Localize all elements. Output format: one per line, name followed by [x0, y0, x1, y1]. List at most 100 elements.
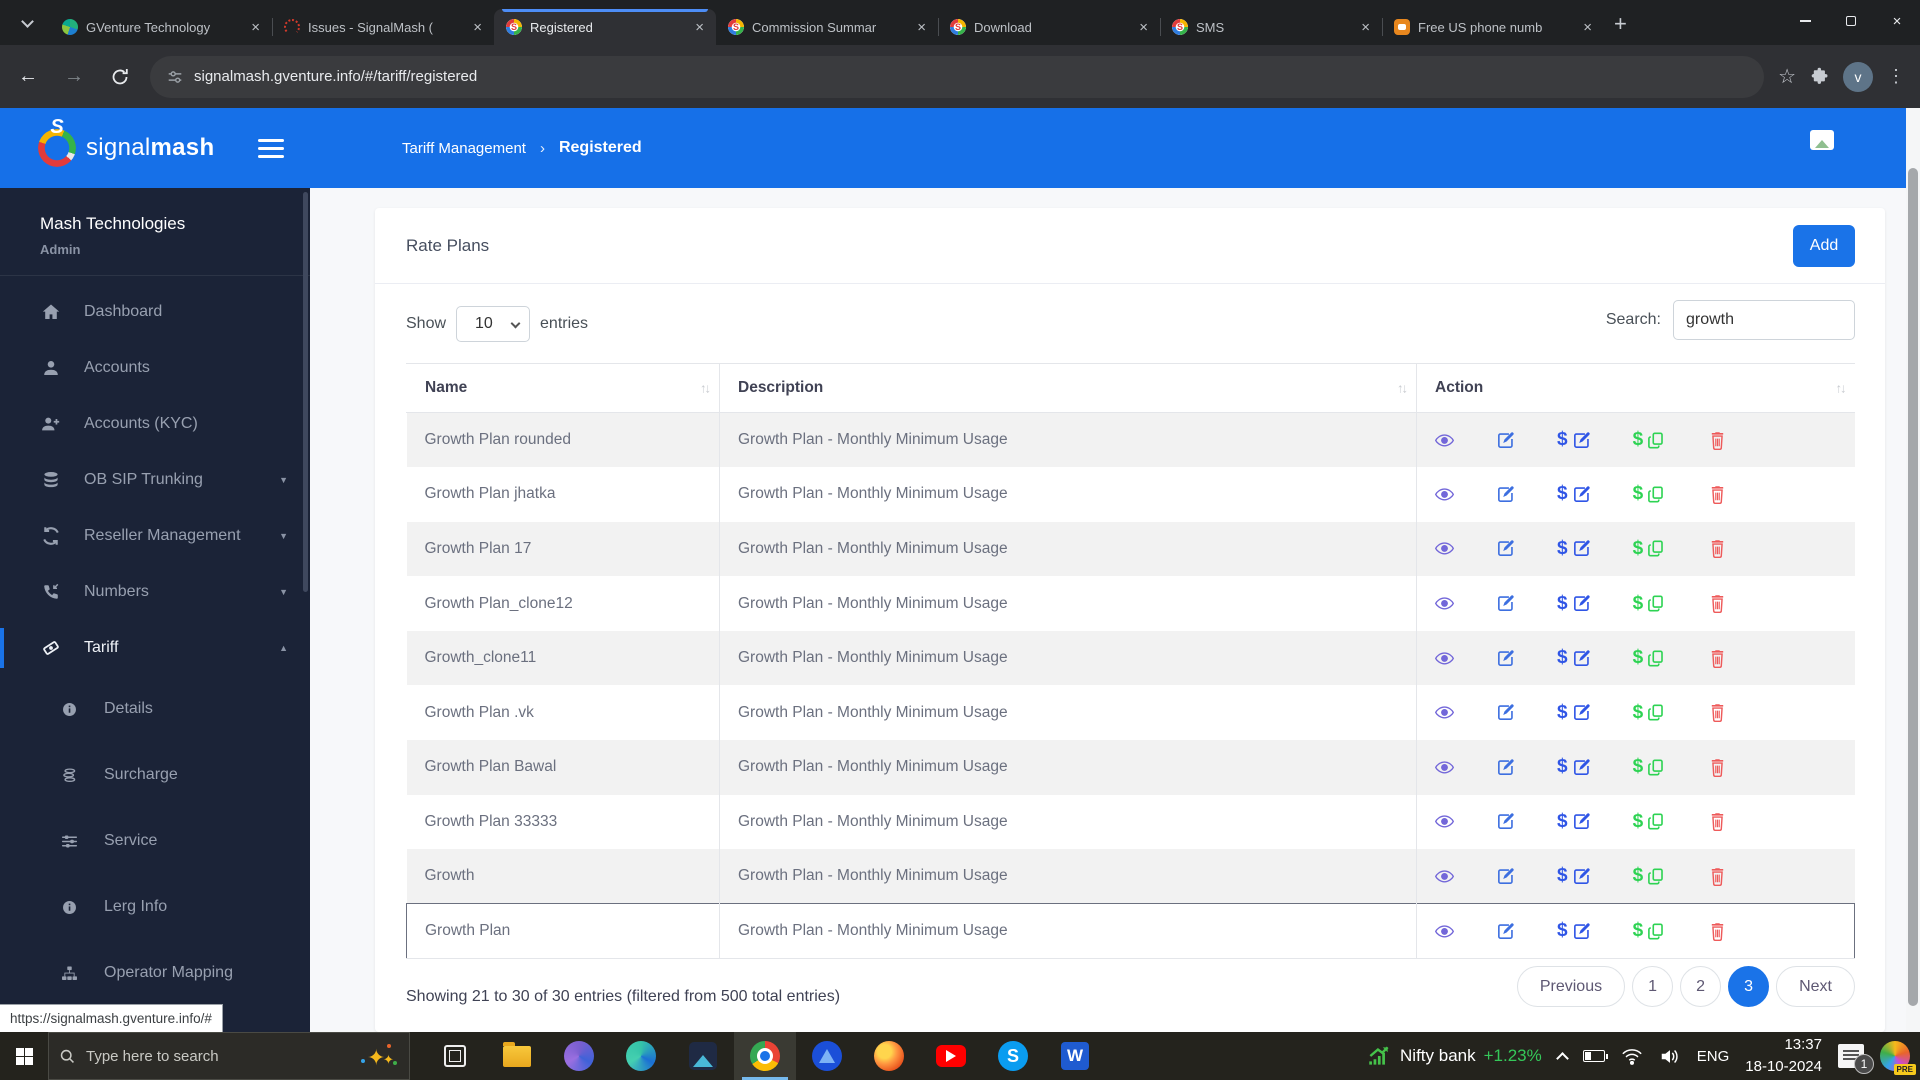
rate-edit-button[interactable]: $ [1557, 702, 1591, 724]
url-bar[interactable]: signalmash.gventure.info/#/tariff/regist… [150, 55, 1765, 98]
extensions-puzzle-icon[interactable] [1810, 67, 1829, 86]
rate-copy-button[interactable]: $ [1633, 702, 1667, 724]
copilot-sparkle-icon[interactable]: ✦ ✦ [359, 1043, 399, 1070]
rate-edit-button[interactable]: $ [1557, 920, 1591, 942]
view-button[interactable] [1435, 812, 1454, 831]
browser-tab[interactable]: GVenture Technology × [50, 9, 272, 45]
sidebar-item-accounts-kyc-[interactable]: Accounts (KYC) [0, 396, 310, 452]
view-button[interactable] [1435, 867, 1454, 886]
sidebar-item-operator-mapping[interactable]: Operator Mapping [0, 940, 310, 1006]
sidebar-item-ob-sip-trunking[interactable]: OB SIP Trunking ▼ [0, 452, 310, 508]
sidebar-item-numbers[interactable]: Numbers ▼ [0, 564, 310, 620]
browser-tab[interactable]: Registered × [494, 9, 716, 45]
rate-copy-button[interactable]: $ [1633, 593, 1667, 615]
rate-copy-button[interactable]: $ [1633, 538, 1667, 560]
photos-app-icon[interactable] [672, 1032, 734, 1080]
profile-avatar[interactable]: v [1843, 61, 1873, 92]
tab-close-icon[interactable]: × [691, 19, 708, 36]
window-minimize-button[interactable] [1782, 0, 1828, 42]
word-icon[interactable]: W [1044, 1032, 1106, 1080]
edit-button[interactable] [1496, 922, 1515, 941]
edit-button[interactable] [1496, 758, 1515, 777]
tab-close-icon[interactable]: × [1579, 19, 1596, 36]
column-header-name[interactable]: Name ↑↓ [406, 363, 720, 413]
tab-search-chevron-icon[interactable] [10, 6, 44, 40]
search-input[interactable] [1673, 300, 1855, 340]
window-close-button[interactable]: × [1874, 0, 1920, 42]
rate-copy-button[interactable]: $ [1633, 756, 1667, 778]
edit-button[interactable] [1496, 649, 1515, 668]
rate-edit-button[interactable]: $ [1557, 593, 1591, 615]
sidebar-item-accounts[interactable]: Accounts [0, 340, 310, 396]
hamburger-menu-icon[interactable] [258, 138, 284, 158]
notification-center-icon[interactable]: 1 [1838, 1044, 1874, 1074]
tray-expand-icon[interactable] [1555, 1051, 1569, 1065]
new-tab-button[interactable]: + [1614, 11, 1627, 37]
view-button[interactable] [1435, 922, 1454, 941]
browser-tab[interactable]: Issues - SignalMash (× [272, 9, 494, 45]
view-button[interactable] [1435, 539, 1454, 558]
chrome-icon[interactable] [734, 1032, 796, 1080]
rate-copy-button[interactable]: $ [1633, 811, 1667, 833]
edit-button[interactable] [1496, 594, 1515, 613]
delete-button[interactable] [1708, 812, 1727, 832]
delete-button[interactable] [1708, 649, 1727, 668]
task-view-icon[interactable] [424, 1032, 486, 1080]
browser-tab[interactable]: Commission Summar × [716, 9, 938, 45]
edit-button[interactable] [1496, 703, 1515, 722]
stock-ticker[interactable]: Nifty bank +1.23% [1366, 1043, 1542, 1069]
column-header-action[interactable]: Action ↑↓ [1416, 363, 1855, 413]
header-avatar-image-icon[interactable] [1810, 130, 1834, 150]
view-button[interactable] [1435, 649, 1454, 668]
firefox-icon[interactable] [858, 1032, 920, 1080]
sidebar-item-lerg-info[interactable]: Lerg Info [0, 874, 310, 940]
sidebar-item-service[interactable]: Service [0, 808, 310, 874]
rate-edit-button[interactable]: $ [1557, 756, 1591, 778]
add-button[interactable]: Add [1793, 225, 1855, 267]
blue-app-icon[interactable] [796, 1032, 858, 1080]
sidebar-item-surcharge[interactable]: Surcharge [0, 742, 310, 808]
column-header-description[interactable]: Description ↑↓ [719, 363, 1417, 413]
delete-button[interactable] [1708, 758, 1727, 777]
delete-button[interactable] [1708, 485, 1727, 504]
edit-button[interactable] [1496, 431, 1515, 450]
view-button[interactable] [1435, 594, 1454, 613]
pagination-previous[interactable]: Previous [1516, 966, 1626, 1007]
browser-tab[interactable]: Download × [938, 9, 1160, 45]
page-scrollbar[interactable] [1906, 108, 1920, 1032]
sidebar-item-details[interactable]: Details [0, 676, 310, 742]
reload-icon[interactable] [102, 59, 138, 95]
youtube-icon[interactable] [920, 1032, 982, 1080]
edit-button[interactable] [1496, 539, 1515, 558]
edit-button[interactable] [1496, 812, 1515, 831]
rate-edit-button[interactable]: $ [1557, 429, 1591, 451]
view-button[interactable] [1435, 703, 1454, 722]
window-maximize-button[interactable] [1828, 0, 1874, 42]
browser-tab[interactable]: SMS × [1160, 9, 1382, 45]
rate-copy-button[interactable]: $ [1633, 920, 1667, 942]
bookmark-star-icon[interactable]: ☆ [1778, 64, 1796, 89]
rate-copy-button[interactable]: $ [1633, 429, 1667, 451]
sidebar-item-reseller-management[interactable]: Reseller Management ▼ [0, 508, 310, 564]
forward-icon[interactable]: → [56, 59, 92, 95]
delete-button[interactable] [1708, 703, 1727, 723]
back-icon[interactable]: ← [10, 59, 46, 95]
browser-tab[interactable]: Free US phone numb × [1382, 9, 1604, 45]
pagination-next[interactable]: Next [1776, 966, 1855, 1007]
rate-edit-button[interactable]: $ [1557, 865, 1591, 887]
sidebar-item-tariff[interactable]: Tariff ▲ [0, 620, 310, 676]
start-button[interactable] [0, 1032, 48, 1080]
clock[interactable]: 13:37 18-10-2024 [1745, 1034, 1822, 1078]
rate-copy-button[interactable]: $ [1633, 647, 1667, 669]
pagination-page-1[interactable]: 1 [1632, 966, 1674, 1007]
rate-edit-button[interactable]: $ [1557, 483, 1591, 505]
pagination-page-2[interactable]: 2 [1680, 966, 1722, 1007]
file-explorer-icon[interactable] [486, 1032, 548, 1080]
edit-button[interactable] [1496, 485, 1515, 504]
delete-button[interactable] [1708, 594, 1727, 614]
taskbar-search[interactable]: Type here to search ✦ ✦ [48, 1032, 410, 1080]
tab-close-icon[interactable]: × [1357, 19, 1374, 36]
sidebar-scrollbar[interactable] [303, 192, 308, 592]
menu-dots-icon[interactable]: ⋮ [1887, 66, 1906, 87]
rate-copy-button[interactable]: $ [1633, 865, 1667, 887]
